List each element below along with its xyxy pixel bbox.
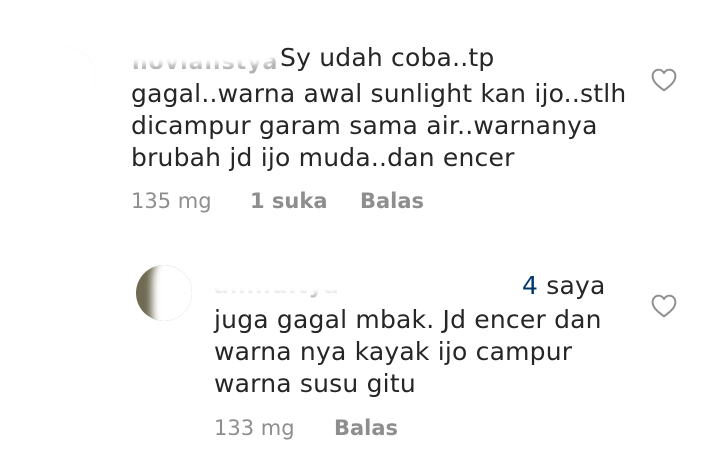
comments-screen: novialistya Sy udah coba..tp gagal..warn… <box>0 0 720 466</box>
mention-link[interactable]: 4 <box>522 271 538 300</box>
comment-text-line: gagal..warna awal sunlight kan ijo..stlh <box>131 79 627 108</box>
comment-text-start: saya <box>538 271 606 300</box>
likes-label[interactable]: 1 suka <box>250 189 328 213</box>
avatar-redaction <box>20 60 100 190</box>
heart-outline-icon[interactable] <box>651 294 677 318</box>
comment-text: 4 saya <box>522 270 606 302</box>
username-redaction <box>208 262 526 294</box>
comment-text-continued: gagal..warna awal sunlight kan ijo..stlh… <box>131 78 626 174</box>
reply-comment-item: aninditya 4 saya juga gagal mbak. Jd enc… <box>0 240 720 466</box>
likes-count[interactable]: 1 suka <box>250 189 328 213</box>
comment-text-line: warna nya kayak ijo campur <box>214 337 573 366</box>
comment-time[interactable]: 135 mg <box>131 189 212 213</box>
comment-text-continued: juga gagal mbak. Jd encer dan warna nya … <box>214 304 602 400</box>
reply-label[interactable]: Balas <box>334 416 398 440</box>
comment-text-line: warna susu gitu <box>214 369 416 398</box>
username-redaction <box>126 38 276 64</box>
comment-time[interactable]: 133 mg <box>214 416 295 440</box>
heart-outline-icon[interactable] <box>651 68 677 92</box>
comment-text-line: brubah jd ijo muda..dan encer <box>131 143 515 172</box>
comment-text-line: Sy udah coba..tp <box>280 43 495 72</box>
comment-text-line: juga gagal mbak. Jd encer dan <box>214 305 602 334</box>
reply-label[interactable]: Balas <box>360 189 424 213</box>
avatar[interactable] <box>136 265 192 321</box>
comment-item: novialistya Sy udah coba..tp gagal..warn… <box>0 0 720 230</box>
reply-button[interactable]: Balas <box>360 189 424 213</box>
comment-text: Sy udah coba..tp <box>280 42 494 74</box>
comment-text-line: dicampur garam sama air..warnanya <box>131 111 598 140</box>
reply-button[interactable]: Balas <box>334 416 398 440</box>
comment-text-line: 4 saya <box>522 270 606 302</box>
